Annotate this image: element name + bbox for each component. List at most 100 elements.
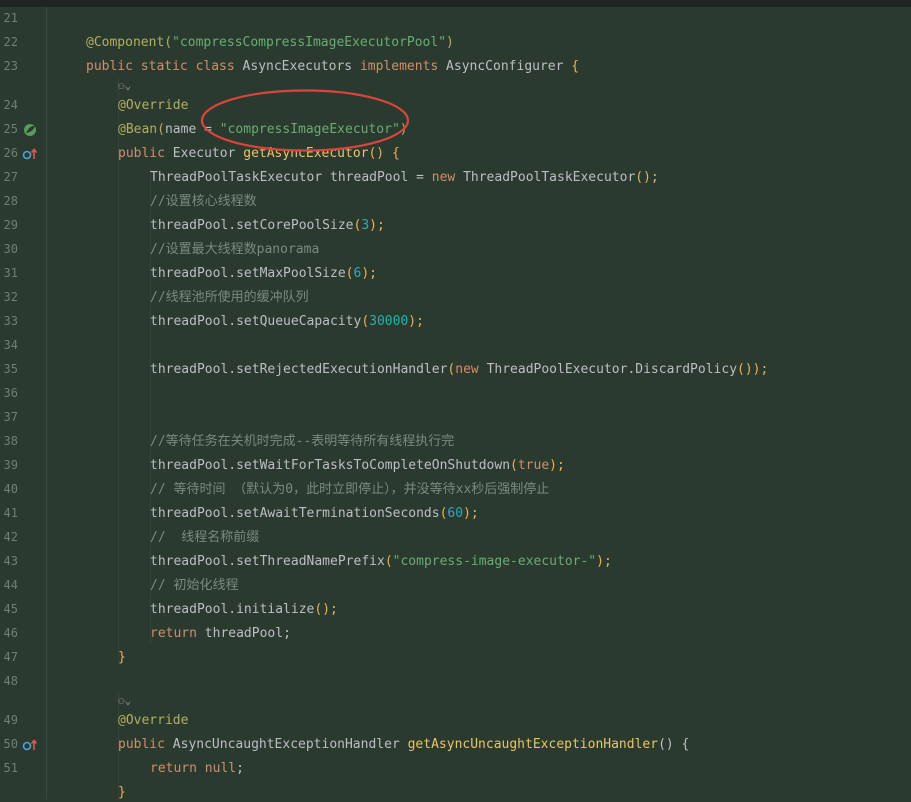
comment-line[interactable]: // 等待时间 （默认为0，此时立即停止），并没等待xx秒后强制停止 [150,481,549,499]
line-number: 27 [3,170,18,184]
punctuation: ); [408,314,424,329]
keyword: public [118,146,173,161]
code-line-49[interactable]: @Override [118,712,188,730]
punctuation: ( [361,314,370,329]
string-literal: "compress-image-executor-" [392,554,597,569]
override-gutter-icon[interactable] [22,737,38,753]
line-number: 51 [3,761,18,775]
code-line-27[interactable]: ThreadPoolTaskExecutor threadPool = new … [150,169,659,187]
line-number: 38 [3,434,18,448]
indent-guide [118,78,119,662]
line-number: 24 [3,98,18,112]
code-line-45[interactable]: threadPool.initialize(); [150,601,338,619]
line-number: 49 [3,713,18,727]
punctuation: ( [345,266,354,281]
annotation: @Bean( [118,122,165,137]
method-call: threadPool.setWaitForTasksToCompleteOnSh… [150,458,511,473]
code-line-46[interactable]: return threadPool; [150,625,291,643]
override-gutter-icon[interactable] [22,146,38,162]
line-number: 48 [3,674,18,688]
comment-line[interactable]: // 初始化线程 [150,577,238,595]
code-line-24[interactable]: @Override [118,97,188,115]
comment-line[interactable]: //设置最大线程数panorama [150,241,319,259]
line-number: 42 [3,530,18,544]
punctuation: ); [361,266,377,281]
line-number: 35 [3,362,18,376]
code-line-52[interactable]: } [118,784,126,802]
comment-line[interactable]: //等待任务在关机时完成--表明等待所有线程执行完 [150,433,454,451]
comment-line[interactable]: //设置核心线程数 [150,193,257,211]
method-call: threadPool.setRejectedExecutionHandler [150,362,448,377]
comment-line[interactable]: //线程池所使用的缓冲队列 [150,289,309,307]
method-call: threadPool.setCorePoolSize [150,218,354,233]
line-number: 26 [3,146,18,160]
method-call: threadPool.initialize [150,602,315,617]
line-number: 34 [3,338,18,352]
code-line-47[interactable]: } [118,649,126,667]
line-number: 28 [3,194,18,208]
brace: } [118,650,126,665]
punctuation: (); [635,170,659,185]
line-number: 44 [3,578,18,592]
string-literal: "compressCompressImageExecutorPool" [172,35,447,50]
keyword: true [517,458,550,473]
punctuation: ); [596,554,612,569]
number-literal: 30000 [369,314,409,329]
code-line-41[interactable]: threadPool.setAwaitTerminationSeconds(60… [150,505,479,523]
line-number: 32 [3,290,18,304]
brace: { [571,59,580,74]
highlight-ellipse [200,89,410,152]
line-number: 37 [3,410,18,424]
annotation: ) [446,35,454,50]
keyword: public [118,737,173,752]
punctuation: (); [314,602,338,617]
method-call: threadPool.setAwaitTerminationSeconds [150,506,440,521]
code-line-33[interactable]: threadPool.setQueueCapacity(30000); [150,313,424,331]
method-name: getAsyncUncaughtExceptionHandler [407,737,659,752]
punctuation: ( [510,458,518,473]
code-text: threadPool; [204,626,291,641]
line-number: 33 [3,314,18,328]
code-line-51[interactable]: return null; [150,760,244,778]
punctuation: () { [658,737,690,752]
method-call: threadPool.setQueueCapacity [150,314,362,329]
code-line-29[interactable]: threadPool.setCorePoolSize(3); [150,217,385,235]
type-name: ThreadPoolExecutor.DiscardPolicy [486,362,738,377]
keyword: implements [359,59,447,74]
code-line-35[interactable]: threadPool.setRejectedExecutionHandler(n… [150,361,768,379]
line-number: 46 [3,626,18,640]
code-text: ThreadPoolTaskExecutor threadPool = [150,170,432,185]
line-number: 25 [3,122,18,136]
code-line-43[interactable]: threadPool.setThreadNamePrefix("compress… [150,553,612,571]
line-number: 47 [3,650,18,664]
keyword: new [455,362,487,377]
type-name: AsyncUncaughtExceptionHandler [172,737,408,752]
method-call: threadPool.setThreadNamePrefix [150,554,385,569]
code-line-39[interactable]: threadPool.setWaitForTasksToCompleteOnSh… [150,457,565,475]
code-line-50[interactable]: public AsyncUncaughtExceptionHandler get… [118,736,689,754]
comment-line[interactable]: // 线程名称前缀 [150,529,259,547]
line-number: 22 [3,35,18,49]
code-line-31[interactable]: threadPool.setMaxPoolSize(6); [150,265,377,283]
gutter-separator [46,7,47,799]
keyword: return null [150,761,237,776]
usage-hint-icon[interactable]: ⚇⌄ [118,79,131,92]
param-name: name [164,122,197,137]
method-call: threadPool.setMaxPoolSize [150,266,346,281]
line-number: 40 [3,482,18,496]
keyword: public static class [86,59,243,74]
code-line-22[interactable]: @Component("compressCompressImageExecuto… [86,34,454,52]
punctuation: ); [463,506,479,521]
editor-top-bar [0,0,911,7]
code-line-23[interactable]: public static class AsyncExecutors imple… [86,58,579,76]
line-number: 50 [3,737,18,751]
brace: } [118,785,126,800]
spring-bean-icon[interactable] [22,122,38,138]
class-name: AsyncExecutors [242,59,360,74]
line-number: 29 [3,218,18,232]
punctuation: ( [384,554,393,569]
number-literal: 60 [447,506,464,521]
line-number: 31 [3,266,18,280]
usage-hint-icon[interactable]: ⚇⌄ [118,694,131,707]
keyword: return [150,626,205,641]
